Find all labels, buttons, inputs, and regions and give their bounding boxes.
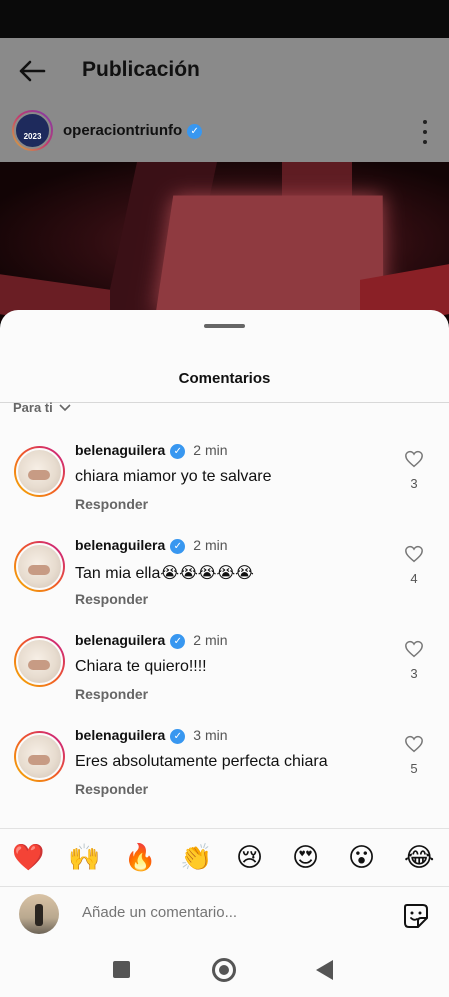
verified-icon: ✓ — [170, 728, 186, 744]
current-user-avatar — [19, 894, 59, 934]
arrow-left-icon — [19, 60, 46, 82]
comments-filter-dropdown[interactable]: Para ti — [13, 400, 71, 415]
comment-input[interactable] — [82, 904, 382, 921]
reply-button[interactable]: Responder — [75, 781, 148, 797]
comment-text: Tan mia ella😭😭😭😭😭 — [75, 565, 254, 582]
comment-header: belenaguilera ✓ 2 min — [75, 442, 228, 459]
commenter-username[interactable]: belenaguilera — [75, 727, 165, 743]
comment-header: belenaguilera ✓ 2 min — [75, 632, 228, 649]
like-count: 3 — [410, 476, 418, 491]
comment-header: belenaguilera ✓ 2 min — [75, 537, 228, 554]
comments-sheet: Comentarios Para ti belenaguilera ✓ 2 min … — [0, 310, 449, 997]
comment-item: belenaguilera ✓ 2 min Tan mia ella😭😭😭😭😭 Re… — [0, 537, 449, 627]
divider — [0, 886, 449, 887]
post-header: Publicación 2023 operaciontriunfo ✓ — [0, 38, 449, 162]
status-bar — [0, 0, 449, 38]
more-dot-icon — [423, 120, 427, 124]
commenter-username[interactable]: belenaguilera — [75, 442, 165, 458]
reply-button[interactable]: Responder — [75, 496, 148, 512]
emoji-surprised-face[interactable]: 😮 — [348, 843, 375, 873]
heart-icon — [405, 640, 423, 658]
emoji-fire[interactable]: 🔥 — [124, 843, 156, 873]
commenter-avatar[interactable] — [14, 541, 65, 592]
comments-title: Comentarios — [178, 370, 271, 387]
comment-time: 2 min — [193, 537, 228, 553]
author-name[interactable]: operaciontriunfo ✓ — [63, 122, 203, 139]
comment-text: Chiara te quiero!!!! — [75, 658, 207, 675]
comment-item: belenaguilera ✓ 2 min Chiara te quiero!!!!… — [0, 632, 449, 722]
emoji-raising-hands[interactable]: 🙌 — [68, 843, 100, 873]
back-button[interactable] — [14, 56, 50, 86]
comment-time: 2 min — [193, 442, 228, 458]
emoji-tears-of-joy[interactable]: 😂 — [404, 843, 434, 873]
commenter-avatar[interactable] — [14, 636, 65, 687]
comment-item: belenaguilera ✓ 2 min chiara miamor yo te … — [0, 442, 449, 532]
comment-time: 3 min — [193, 727, 228, 743]
post-author-row: 2023 operaciontriunfo ✓ — [0, 110, 449, 156]
like-button[interactable]: 3 — [402, 450, 426, 491]
drag-handle[interactable] — [204, 324, 245, 328]
author-avatar-label: 2023 — [23, 132, 42, 141]
emoji-clapping-hands[interactable]: 👏 — [180, 843, 212, 873]
stage-screen — [156, 195, 384, 312]
system-nav-bar — [0, 934, 449, 997]
verified-icon: ✓ — [170, 538, 186, 554]
chevron-down-icon — [59, 403, 71, 411]
commenter-username[interactable]: belenaguilera — [75, 632, 165, 648]
heart-icon — [405, 735, 423, 753]
reply-button[interactable]: Responder — [75, 686, 148, 702]
like-count: 3 — [410, 666, 418, 681]
more-options-button[interactable] — [419, 120, 431, 144]
quick-emoji-bar: ❤️ 🙌 🔥 👏 😢 😍 😮 😂 — [0, 828, 449, 888]
home-button[interactable] — [212, 958, 236, 982]
like-count: 4 — [410, 571, 418, 586]
recent-apps-button[interactable] — [113, 961, 130, 978]
more-dot-icon — [423, 140, 427, 144]
sticker-icon[interactable] — [402, 902, 430, 930]
page-title: Publicación — [82, 58, 200, 81]
emoji-heart-eyes[interactable]: 😍 — [292, 843, 319, 873]
heart-icon — [405, 450, 423, 468]
home-dot-icon — [219, 965, 229, 975]
author-username[interactable]: operaciontriunfo — [63, 122, 182, 139]
commenter-username[interactable]: belenaguilera — [75, 537, 165, 553]
comment-header: belenaguilera ✓ 3 min — [75, 727, 228, 744]
author-avatar[interactable]: 2023 — [12, 110, 53, 151]
comment-text: Eres absolutamente perfecta chiara — [75, 753, 328, 770]
emoji-crying-face[interactable]: 😢 — [236, 843, 263, 873]
like-count: 5 — [410, 761, 418, 776]
commenter-avatar[interactable] — [14, 731, 65, 782]
filter-label: Para ti — [13, 400, 53, 415]
like-button[interactable]: 5 — [402, 735, 426, 776]
post-image[interactable] — [0, 162, 449, 322]
comment-text: chiara miamor yo te salvare — [75, 468, 272, 485]
commenter-avatar[interactable] — [14, 446, 65, 497]
like-button[interactable]: 4 — [402, 545, 426, 586]
verified-icon: ✓ — [187, 123, 203, 139]
comment-item: belenaguilera ✓ 3 min Eres absolutamente p… — [0, 727, 449, 817]
reply-button[interactable]: Responder — [75, 591, 148, 607]
verified-icon: ✓ — [170, 633, 186, 649]
system-back-button[interactable] — [316, 960, 333, 980]
comment-time: 2 min — [193, 632, 228, 648]
heart-icon — [405, 545, 423, 563]
emoji-red-heart[interactable]: ❤️ — [12, 843, 44, 873]
more-dot-icon — [423, 130, 427, 134]
verified-icon: ✓ — [170, 443, 186, 459]
like-button[interactable]: 3 — [402, 640, 426, 681]
